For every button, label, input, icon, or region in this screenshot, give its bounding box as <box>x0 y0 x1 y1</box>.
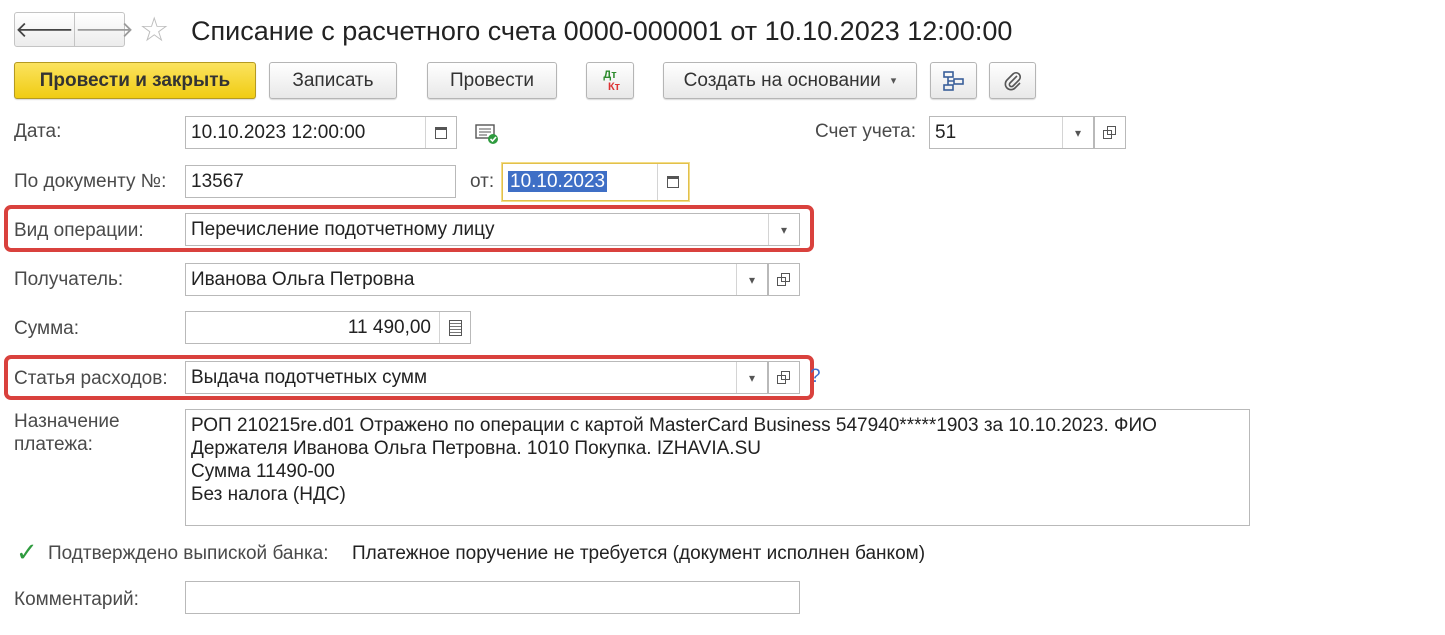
recipient-label: Получатель: <box>14 269 124 290</box>
calculator-icon <box>448 319 462 336</box>
comment-field[interactable] <box>185 581 800 614</box>
payment-purpose-line: РОП 210215re.d01 Отражено по операции с … <box>191 415 1157 436</box>
payment-purpose-label-line2: платежа: <box>14 434 93 455</box>
comment-label: Комментарий: <box>14 589 139 610</box>
expense-item-field[interactable]: Выдача подотчетных сумм ▾ <box>185 361 768 394</box>
attach-button[interactable] <box>989 62 1036 99</box>
calculator-button[interactable] <box>439 312 470 343</box>
doc-number-label: По документу №: <box>14 171 167 192</box>
payment-purpose-line: Сумма 11490-00 <box>191 461 335 482</box>
expense-item-open-button[interactable] <box>768 361 800 394</box>
open-form-icon <box>1103 125 1117 140</box>
payment-purpose-line: Без налога (НДС) <box>191 484 346 505</box>
doc-number-field[interactable]: 13567 <box>185 165 456 198</box>
dt-label: Дт <box>603 68 617 81</box>
kt-label: Кт <box>607 80 621 93</box>
payment-purpose-line: Держателя Иванова Ольга Петровна. 1010 П… <box>191 438 761 459</box>
account-open-button[interactable] <box>1094 116 1126 149</box>
date-field[interactable]: 10.10.2023 12:00:00 <box>185 116 457 149</box>
page-title: Списание с расчетного счета 0000-000001 … <box>191 16 1013 46</box>
calendar-icon <box>435 126 447 139</box>
date-value[interactable]: 10.10.2023 12:00:00 <box>186 122 425 144</box>
doc-date-field[interactable]: 10.10.2023 <box>502 163 689 201</box>
doc-date-label: от: <box>470 171 495 192</box>
account-field[interactable]: 51 ▾ <box>929 116 1094 149</box>
operation-type-label: Вид операции: <box>14 220 144 241</box>
doc-date-value[interactable]: 10.10.2023 <box>503 171 657 193</box>
operation-type-field[interactable]: Перечисление подотчетному лицу ▾ <box>185 213 800 246</box>
date-label: Дата: <box>14 121 62 142</box>
amount-field[interactable]: 11 490,00 <box>185 311 471 344</box>
recipient-dropdown-button[interactable]: ▾ <box>736 264 767 295</box>
date-calendar-button[interactable] <box>425 117 456 148</box>
amount-label: Сумма: <box>14 318 79 339</box>
bank-confirmed-checkbox[interactable]: ✓ <box>16 538 38 566</box>
payment-purpose-textarea[interactable]: РОП 210215re.d01 Отражено по операции с … <box>185 409 1250 526</box>
chevron-down-icon: ▾ <box>890 75 897 87</box>
save-button[interactable]: Записать <box>269 62 397 99</box>
open-form-icon <box>777 272 791 287</box>
expense-item-value[interactable]: Выдача подотчетных сумм <box>186 367 736 389</box>
post-button[interactable]: Провести <box>427 62 557 99</box>
doc-date-calendar-button[interactable] <box>657 164 688 200</box>
create-based-on-button[interactable]: Создать на основании ▾ <box>663 62 917 99</box>
open-form-icon <box>777 370 791 385</box>
structure-button[interactable] <box>930 62 977 99</box>
dt-kt-button[interactable]: Дт Кт <box>586 62 634 99</box>
operation-type-dropdown-button[interactable]: ▾ <box>768 214 799 245</box>
doc-date-selected-text: 10.10.2023 <box>508 171 608 192</box>
create-based-on-label: Создать на основании <box>683 69 881 91</box>
paperclip-icon <box>1004 71 1021 90</box>
bank-confirmed-status: Платежное поручение не требуется (докуме… <box>352 543 926 564</box>
recipient-field[interactable]: Иванова Ольга Петровна ▾ <box>185 263 768 296</box>
calendar-icon <box>667 176 679 188</box>
back-arrow-icon[interactable]: 🡐 <box>15 13 74 46</box>
account-dropdown-button[interactable]: ▾ <box>1062 117 1093 148</box>
bank-confirmed-label: Подтверждено выпиской банка: <box>48 543 329 564</box>
help-icon[interactable]: ? <box>810 366 821 388</box>
expense-item-dropdown-button[interactable]: ▾ <box>736 362 767 393</box>
doc-number-value[interactable]: 13567 <box>186 171 455 193</box>
document-status-icon[interactable] <box>475 122 501 146</box>
forward-arrow-icon[interactable]: 🡒 <box>74 13 134 46</box>
recipient-open-button[interactable] <box>768 263 800 296</box>
account-value[interactable]: 51 <box>930 122 1062 144</box>
post-and-close-button[interactable]: Провести и закрыть <box>14 62 256 99</box>
operation-type-value[interactable]: Перечисление подотчетному лицу <box>186 219 768 241</box>
payment-purpose-label-line1: Назначение <box>14 411 120 432</box>
navigation-arrows: 🡐 🡒 <box>14 12 134 47</box>
favorite-star-icon[interactable]: ☆ <box>139 10 169 50</box>
account-label: Счет учета: <box>815 121 916 142</box>
amount-value[interactable]: 11 490,00 <box>186 317 439 339</box>
document-structure-icon <box>942 70 964 91</box>
expense-item-label: Статья расходов: <box>14 368 168 389</box>
recipient-value[interactable]: Иванова Ольга Петровна <box>186 269 736 291</box>
